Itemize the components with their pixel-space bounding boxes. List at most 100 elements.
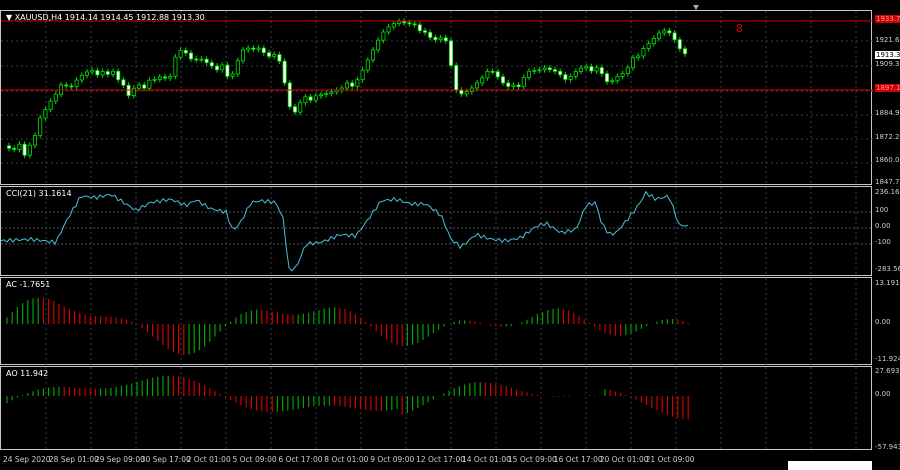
- candle-body: [407, 22, 412, 25]
- candle-body: [370, 49, 375, 61]
- candle-body: [27, 144, 32, 156]
- candle-body: [282, 60, 287, 84]
- candle-body: [324, 93, 329, 96]
- candle-body: [589, 66, 594, 72]
- time-axis-label: 16 Oct 17:00: [553, 455, 603, 464]
- cci-chart: [1, 187, 873, 277]
- candle-body: [495, 71, 500, 78]
- candle-body: [22, 143, 27, 156]
- price-tick: 1860.00: [875, 156, 900, 164]
- price-tick: 1847.75: [875, 178, 900, 186]
- candle-body: [209, 62, 214, 67]
- collapse-arrow-icon[interactable]: ▼: [6, 13, 15, 22]
- candle-body: [360, 69, 365, 81]
- time-axis-label: 9 Oct 09:00: [370, 455, 415, 464]
- candle-body: [168, 75, 173, 79]
- candle-body: [162, 76, 167, 79]
- candle-body: [579, 67, 584, 72]
- cci-tick: -283.56: [875, 265, 900, 273]
- time-axis-label: 8 Oct 01:00: [324, 455, 369, 464]
- candle-body: [636, 55, 641, 59]
- candle-body: [376, 39, 381, 51]
- candle-body: [111, 70, 116, 75]
- shift-marker-icon[interactable]: [693, 5, 699, 10]
- candle-body: [17, 143, 22, 150]
- ac-tick: 13.1914: [875, 279, 900, 287]
- chart-scroll-indicator[interactable]: [788, 461, 872, 470]
- candle-body: [298, 102, 303, 113]
- candle-body: [33, 135, 38, 146]
- candle-body: [152, 79, 157, 81]
- cci-label: CCI(21) 31.1614: [6, 189, 72, 198]
- ao-tick: 0.00: [875, 390, 891, 398]
- candle-body: [542, 67, 547, 71]
- cci-tick: -100: [875, 238, 891, 246]
- candle-body: [85, 71, 90, 76]
- candle-body: [490, 71, 495, 73]
- candle-body: [599, 67, 604, 75]
- candle-body: [584, 66, 589, 69]
- candle-body: [683, 48, 688, 55]
- candle-body: [428, 31, 433, 38]
- ac-pane[interactable]: AC -1.7651: [0, 277, 872, 366]
- candle-body: [313, 95, 318, 101]
- cci-pane[interactable]: CCI(21) 31.1614: [0, 186, 873, 277]
- candle-body: [615, 75, 620, 82]
- time-axis[interactable]: 24 Sep 2020 28 Sep 01:00 29 Sep 09:00 30 Se…: [0, 450, 872, 470]
- candle-body: [7, 145, 12, 149]
- candle-body: [178, 50, 183, 58]
- candle-body: [516, 84, 521, 88]
- candle-body: [500, 76, 505, 84]
- price-axis[interactable]: 1933.75 1921.60 1913.30 1909.35 1897.15 …: [872, 0, 900, 470]
- candle-body: [240, 49, 245, 62]
- candle-body: [355, 79, 360, 87]
- candlestick-chart[interactable]: [1, 11, 873, 186]
- ao-tick: 27.693: [875, 367, 900, 375]
- candle-body: [381, 31, 386, 41]
- candle-body: [454, 65, 459, 91]
- ao-tick: -57.943: [875, 443, 900, 451]
- cci-tick: 0.00: [875, 222, 891, 230]
- candle-body: [547, 67, 552, 70]
- candle-body: [194, 58, 199, 61]
- candle-body: [173, 56, 178, 77]
- object-label: 8: [736, 22, 743, 35]
- time-axis-label: 14 Oct 01:00: [462, 455, 511, 464]
- candle-body: [646, 43, 651, 49]
- time-axis-label: 24 Sep 2020: [3, 455, 51, 464]
- ao-pane[interactable]: AO 11.942: [0, 366, 872, 451]
- candle-body: [64, 84, 69, 87]
- candle-body: [74, 79, 79, 87]
- candle-body: [521, 77, 526, 88]
- candle-body: [573, 71, 578, 77]
- price-tick: 1921.60: [875, 36, 900, 44]
- price-tick: 1884.95: [875, 109, 900, 117]
- price-tick: 1909.35: [875, 60, 900, 68]
- candle-body: [417, 24, 422, 32]
- candle-body: [344, 82, 349, 89]
- candle-body: [246, 47, 251, 51]
- ao-label: AO 11.942: [6, 369, 49, 378]
- candle-body: [537, 69, 542, 72]
- candle-body: [116, 70, 121, 81]
- cci-line: [1, 190, 689, 272]
- candle-body: [12, 148, 17, 150]
- candle-body: [303, 96, 308, 104]
- candle-body: [350, 82, 355, 87]
- candle-body: [396, 20, 401, 24]
- candle-body: [225, 64, 230, 77]
- candle-body: [100, 71, 105, 76]
- candle-body: [677, 39, 682, 50]
- candle-body: [558, 70, 563, 76]
- candle-body: [53, 93, 58, 102]
- ac-label: AC -1.7651: [6, 280, 51, 289]
- candle-body: [443, 37, 448, 42]
- price-chart-pane[interactable]: ▼ XAUUSD,H4 1914.14 1914.45 1912.88 1913…: [0, 10, 873, 186]
- cci-tick: 236.165: [875, 188, 900, 196]
- candle-body: [433, 37, 438, 41]
- candle-body: [667, 30, 672, 34]
- candle-body: [43, 109, 48, 119]
- candle-body: [105, 71, 110, 75]
- candle-body: [480, 77, 485, 84]
- candle-body: [136, 84, 141, 89]
